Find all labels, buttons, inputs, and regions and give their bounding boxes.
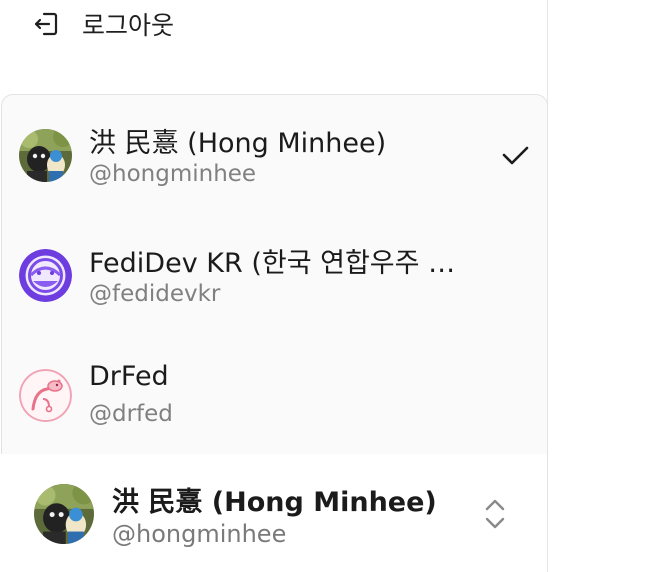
- fedidev-logo-avatar: [19, 249, 72, 302]
- check-icon: [502, 146, 529, 165]
- account-name: DrFed: [89, 361, 169, 392]
- logout-icon: [30, 7, 64, 41]
- account-switcher-menu: 洪 民憙 (Hong Minhee) @hongminhee FediDev K…: [1, 94, 548, 515]
- account-name: FediDev KR (한국 연합우주 개발자 모임): [89, 248, 469, 279]
- account-item-hongminhee[interactable]: 洪 民憙 (Hong Minhee) @hongminhee: [2, 95, 547, 215]
- photo-avatar: [19, 129, 72, 182]
- photo-avatar: [34, 484, 94, 544]
- current-account-button[interactable]: 洪 民憙 (Hong Minhee) @hongminhee: [0, 454, 547, 572]
- account-name: 洪 民憙 (Hong Minhee): [89, 128, 387, 159]
- logout-button[interactable]: 로그아웃: [30, 6, 174, 42]
- logout-label: 로그아웃: [82, 11, 175, 40]
- drfed-logo-avatar: [19, 369, 72, 422]
- account-handle: @fedidevkr: [89, 281, 221, 307]
- chevron-up-down-icon: [485, 499, 505, 529]
- account-item-drfed[interactable]: DrFed @drfed: [2, 335, 547, 455]
- current-account-handle: @hongminhee: [112, 520, 287, 548]
- account-item-fedidevkr[interactable]: FediDev KR (한국 연합우주 개발자 모임) @fedidevkr: [2, 215, 547, 335]
- current-account-name: 洪 民憙 (Hong Minhee): [112, 487, 437, 518]
- account-handle: @hongminhee: [89, 161, 257, 187]
- account-handle: @drfed: [89, 401, 173, 427]
- sidebar: 로그아웃 洪 民憙 (Hong Minhee) @hongminhee Fedi…: [0, 0, 548, 572]
